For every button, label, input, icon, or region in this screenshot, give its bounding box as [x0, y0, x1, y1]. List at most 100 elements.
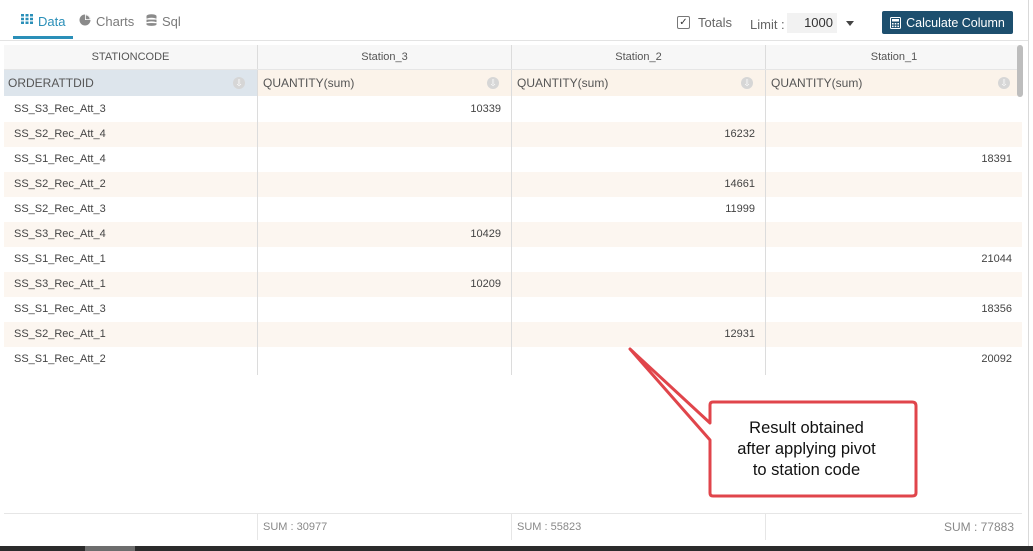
quantity-cell: [257, 147, 511, 172]
table-row[interactable]: SS_S1_Rec_Att_4 18391: [4, 147, 1022, 172]
quantity-cell: 18356: [765, 297, 1022, 322]
pivot-header-row: STATIONCODE Station_3 Station_2 Station_…: [4, 45, 1022, 70]
chevron-down-icon[interactable]: [846, 21, 854, 26]
table-row[interactable]: SS_S1_Rec_Att_1 21044: [4, 247, 1022, 272]
measure-label: QUANTITY(sum): [771, 76, 863, 90]
column-sum: SUM : 30977: [257, 514, 511, 540]
table-row[interactable]: SS_S3_Rec_Att_3 10339: [4, 97, 1022, 122]
station-header: Station_2: [511, 45, 765, 69]
quantity-cell: 18391: [765, 147, 1022, 172]
row-id-cell: SS_S3_Rec_Att_4: [14, 228, 106, 240]
limit-input[interactable]: 1000: [787, 13, 837, 33]
row-id-cell: SS_S3_Rec_Att_3: [14, 103, 106, 115]
quantity-cell: [257, 297, 511, 322]
callout-line: to station code: [752, 461, 861, 479]
quantity-cell: [257, 197, 511, 222]
column-sum: SUM : 55823: [511, 514, 765, 540]
calculator-icon: [890, 16, 902, 29]
callout-line: after applying pivot: [737, 440, 876, 458]
measure-label: QUANTITY(sum): [263, 76, 355, 90]
callout-text: Result obtained after applying pivot to …: [704, 418, 909, 481]
totals-checkbox[interactable]: ✓: [677, 16, 690, 29]
station-header: Station_3: [257, 45, 511, 69]
row-id-cell: SS_S1_Rec_Att_3: [14, 303, 106, 315]
tab-data[interactable]: Data: [13, 14, 74, 39]
sort-icon[interactable]: ⇩: [998, 77, 1010, 89]
row-id-cell: SS_S2_Rec_Att_1: [14, 328, 106, 340]
table-row[interactable]: SS_S2_Rec_Att_2 14661: [4, 172, 1022, 197]
quantity-cell: 11999: [511, 197, 765, 222]
tab-sql-label: Sql: [162, 14, 181, 29]
quantity-cell: [765, 122, 1022, 147]
measure-header-row: ORDERATTDID ⇩ QUANTITY(sum) ⇩ QUANTITY(s…: [4, 70, 1022, 96]
sort-icon[interactable]: ⇩: [741, 77, 753, 89]
quantity-cell: 10339: [257, 97, 511, 122]
totals-footer: SUM : 30977 SUM : 55823 SUM : 77883: [4, 513, 1022, 540]
tab-charts[interactable]: Charts: [79, 14, 134, 38]
footer-spacer: [4, 514, 257, 540]
table-row[interactable]: SS_S2_Rec_Att_3 11999: [4, 197, 1022, 222]
sort-icon[interactable]: ⇩: [233, 77, 245, 89]
row-id-cell: SS_S3_Rec_Att_1: [14, 278, 106, 290]
grid-icon: [21, 14, 33, 24]
vertical-scrollbar[interactable]: [1017, 45, 1023, 97]
active-tab-indicator: [13, 36, 74, 39]
tab-data-label: Data: [38, 14, 66, 29]
row-id-cell: SS_S2_Rec_Att_4: [14, 128, 106, 140]
quantity-cell: 10429: [257, 222, 511, 247]
database-icon: [146, 14, 157, 26]
calculate-column-button[interactable]: Calculate Column: [882, 11, 1013, 34]
sort-icon[interactable]: ⇩: [487, 77, 499, 89]
tab-charts-label: Charts: [96, 14, 135, 29]
quantity-cell: [765, 222, 1022, 247]
table-row[interactable]: SS_S3_Rec_Att_4 10429: [4, 222, 1022, 247]
quantity-cell: [511, 247, 765, 272]
taskbar-segment: [85, 546, 135, 551]
table-row[interactable]: SS_S2_Rec_Att_4 16232: [4, 122, 1022, 147]
totals-toggle[interactable]: ✓ Totals: [677, 15, 732, 30]
measure-header[interactable]: QUANTITY(sum) ⇩: [257, 70, 511, 96]
station-header: Station_1: [765, 45, 1022, 69]
quantity-cell: 14661: [511, 172, 765, 197]
quantity-cell: [765, 197, 1022, 222]
quantity-cell: [511, 147, 765, 172]
taskbar-strip: [0, 546, 1033, 551]
measure-header[interactable]: QUANTITY(sum) ⇩: [511, 70, 765, 96]
quantity-cell: [765, 322, 1022, 347]
quantity-cell: [257, 122, 511, 147]
measure-header[interactable]: QUANTITY(sum) ⇩: [765, 70, 1022, 96]
toolbar: Data Charts Sql ✓ Totals Limit : 1000 Ca…: [0, 0, 1028, 41]
table-row[interactable]: SS_S2_Rec_Att_1 12931: [4, 322, 1022, 347]
tab-sql[interactable]: Sql: [146, 14, 181, 38]
quantity-cell: [257, 322, 511, 347]
quantity-cell: [511, 222, 765, 247]
quantity-cell: [257, 347, 511, 372]
callout-line: Result obtained: [749, 419, 864, 437]
row-field-header[interactable]: ORDERATTDID ⇩: [4, 70, 257, 96]
pivot-field-header[interactable]: STATIONCODE: [4, 45, 257, 69]
row-id-cell: SS_S1_Rec_Att_4: [14, 153, 106, 165]
measure-label: QUANTITY(sum): [517, 76, 609, 90]
quantity-cell: 16232: [511, 122, 765, 147]
quantity-cell: 10209: [257, 272, 511, 297]
table-row[interactable]: SS_S3_Rec_Att_1 10209: [4, 272, 1022, 297]
quantity-cell: 21044: [765, 247, 1022, 272]
quantity-cell: [257, 172, 511, 197]
quantity-cell: [765, 97, 1022, 122]
row-id-cell: SS_S1_Rec_Att_2: [14, 353, 106, 365]
calculate-column-label: Calculate Column: [906, 15, 1005, 30]
column-sum: SUM : 77883: [765, 514, 1022, 540]
quantity-cell: [765, 172, 1022, 197]
quantity-cell: 12931: [511, 322, 765, 347]
row-id-cell: SS_S2_Rec_Att_3: [14, 203, 106, 215]
limit-label: Limit :: [750, 17, 785, 32]
quantity-cell: [511, 272, 765, 297]
table-row[interactable]: SS_S1_Rec_Att_3 18356: [4, 297, 1022, 322]
totals-label: Totals: [698, 15, 732, 30]
quantity-cell: [765, 272, 1022, 297]
quantity-cell: [511, 297, 765, 322]
row-id-cell: SS_S2_Rec_Att_2: [14, 178, 106, 190]
quantity-cell: [511, 97, 765, 122]
pivot-panel: Data Charts Sql ✓ Totals Limit : 1000 Ca…: [0, 0, 1029, 547]
pie-chart-icon: [79, 14, 91, 26]
